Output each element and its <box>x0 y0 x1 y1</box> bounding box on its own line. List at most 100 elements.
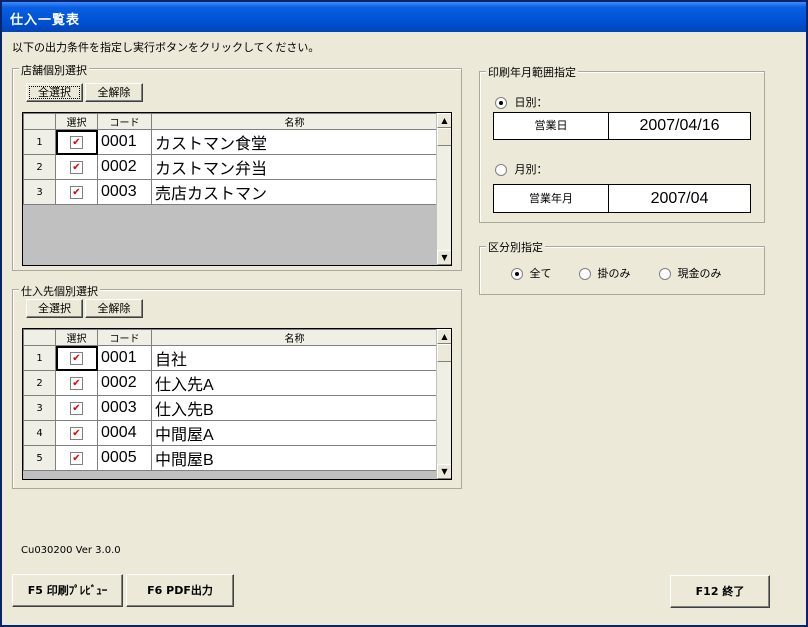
row-checkbox-cell[interactable]: ✔ <box>55 154 98 180</box>
row-checkbox-cell[interactable]: ✔ <box>55 179 98 205</box>
checkbox[interactable]: ✔ <box>70 427 83 440</box>
row-number: 4 <box>23 420 56 446</box>
daily-radio-option[interactable]: 日別： <box>495 94 548 110</box>
store-clear-all-button[interactable]: 全解除 <box>85 83 143 102</box>
store-group-title: 店舗個別選択 <box>19 62 89 78</box>
scroll-thumb[interactable] <box>437 128 451 146</box>
checkbox[interactable]: ✔ <box>70 402 83 415</box>
row-number-header <box>23 329 56 346</box>
monthly-radio-label: 月別： <box>514 163 548 176</box>
row-number: 1 <box>23 345 56 371</box>
store-grid-scrollbar[interactable]: ▲ ▼ <box>436 113 451 265</box>
column-header-select[interactable]: 選択 <box>55 329 98 346</box>
checkbox[interactable]: ✔ <box>70 186 83 199</box>
table-row[interactable]: 2 ✔ 0002 カストマン弁当 <box>23 154 438 180</box>
name-cell[interactable]: 中間屋B <box>151 445 438 471</box>
column-header-select[interactable]: 選択 <box>55 113 98 130</box>
scroll-thumb[interactable] <box>437 344 451 362</box>
monthly-radio-option[interactable]: 月別： <box>495 161 548 177</box>
checkbox[interactable]: ✔ <box>70 377 83 390</box>
class-radio-all[interactable] <box>511 268 523 280</box>
row-checkbox-cell[interactable]: ✔ <box>55 345 98 371</box>
daily-radio-button[interactable] <box>495 97 507 109</box>
class-option-all[interactable]: 全て <box>511 265 552 281</box>
row-checkbox-cell[interactable]: ✔ <box>55 395 98 421</box>
table-row[interactable]: 3 ✔ 0003 売店カストマン <box>23 179 438 205</box>
name-cell[interactable]: カストマン弁当 <box>151 154 438 180</box>
row-checkbox-cell[interactable]: ✔ <box>55 445 98 471</box>
pdf-output-button[interactable]: F6 PDF出力 <box>126 574 234 607</box>
code-cell[interactable]: 0001 <box>97 345 152 371</box>
daily-radio-label: 日別： <box>514 96 548 109</box>
business-date-field[interactable]: 営業日 2007/04/16 <box>493 112 751 140</box>
row-number: 1 <box>23 129 56 155</box>
row-checkbox-cell[interactable]: ✔ <box>55 420 98 446</box>
business-month-field[interactable]: 営業年月 2007/04 <box>493 184 751 213</box>
monthly-radio-button[interactable] <box>495 164 507 176</box>
window-title: 仕入一覧表 <box>10 13 81 28</box>
name-cell[interactable]: 中間屋A <box>151 420 438 446</box>
class-option-all-label: 全て <box>529 267 552 280</box>
class-radio-cash[interactable] <box>659 268 671 280</box>
code-cell[interactable]: 0004 <box>97 420 152 446</box>
business-date-label: 営業日 <box>494 113 609 139</box>
table-row[interactable]: 3 ✔ 0003 仕入先B <box>23 395 438 421</box>
scroll-up-arrow-icon[interactable]: ▲ <box>437 329 451 344</box>
code-cell[interactable]: 0005 <box>97 445 152 471</box>
supplier-select-all-button[interactable]: 全選択 <box>26 299 83 318</box>
table-row[interactable]: 1 ✔ 0001 カストマン食堂 <box>23 129 438 155</box>
row-number-header <box>23 113 56 130</box>
table-row[interactable]: 1 ✔ 0001 自社 <box>23 345 438 371</box>
class-option-credit[interactable]: 掛のみ <box>579 265 631 281</box>
row-number: 3 <box>23 395 56 421</box>
code-cell[interactable]: 0002 <box>97 370 152 396</box>
table-row[interactable]: 4 ✔ 0004 中間屋A <box>23 420 438 446</box>
code-cell[interactable]: 0003 <box>97 395 152 421</box>
business-month-value[interactable]: 2007/04 <box>609 185 750 212</box>
business-date-value[interactable]: 2007/04/16 <box>609 113 750 139</box>
column-header-code[interactable]: コード <box>97 329 152 346</box>
instruction-text: 以下の出力条件を指定し実行ボタンをクリックしてください。 <box>12 41 320 54</box>
scroll-up-arrow-icon[interactable]: ▲ <box>437 113 451 128</box>
checkbox[interactable]: ✔ <box>70 452 83 465</box>
table-row[interactable]: 2 ✔ 0002 仕入先A <box>23 370 438 396</box>
checkbox[interactable]: ✔ <box>70 161 83 174</box>
name-cell[interactable]: カストマン食堂 <box>151 129 438 155</box>
table-row[interactable]: 5 ✔ 0005 中間屋B <box>23 445 438 471</box>
row-number: 3 <box>23 179 56 205</box>
code-cell[interactable]: 0002 <box>97 154 152 180</box>
name-cell[interactable]: 売店カストマン <box>151 179 438 205</box>
print-preview-button[interactable]: F5 印刷ﾌﾟﾚﾋﾞｭｰ <box>12 574 123 607</box>
column-header-name[interactable]: 名称 <box>151 113 438 130</box>
scroll-down-arrow-icon[interactable]: ▼ <box>437 464 451 479</box>
checkbox[interactable]: ✔ <box>70 352 83 365</box>
class-option-cash[interactable]: 現金のみ <box>659 265 722 281</box>
row-number: 2 <box>23 154 56 180</box>
column-header-name[interactable]: 名称 <box>151 329 438 346</box>
code-cell[interactable]: 0003 <box>97 179 152 205</box>
checkbox[interactable]: ✔ <box>70 136 83 149</box>
class-option-cash-label: 現金のみ <box>677 267 722 280</box>
class-group-title: 区分別指定 <box>486 239 545 255</box>
row-number: 5 <box>23 445 56 471</box>
class-option-credit-label: 掛のみ <box>597 267 631 280</box>
supplier-grid: 選択 コード 名称 1 ✔ 0001 自社 2 ✔ 0002 仕入先A 3 ✔ … <box>22 328 452 480</box>
name-cell[interactable]: 仕入先B <box>151 395 438 421</box>
row-checkbox-cell[interactable]: ✔ <box>55 370 98 396</box>
class-radio-credit[interactable] <box>579 268 591 280</box>
column-header-code[interactable]: コード <box>97 113 152 130</box>
store-select-all-button[interactable]: 全選択 <box>26 83 83 102</box>
supplier-grid-header: 選択 コード 名称 <box>23 329 438 346</box>
title-bar[interactable]: 仕入一覧表 <box>2 2 806 32</box>
code-cell[interactable]: 0001 <box>97 129 152 155</box>
exit-button[interactable]: F12 終了 <box>670 575 770 608</box>
name-cell[interactable]: 仕入先A <box>151 370 438 396</box>
scroll-down-arrow-icon[interactable]: ▼ <box>437 250 451 265</box>
supplier-group-title: 仕入先個別選択 <box>19 283 100 299</box>
row-number: 2 <box>23 370 56 396</box>
supplier-grid-scrollbar[interactable]: ▲ ▼ <box>436 329 451 479</box>
name-cell[interactable]: 自社 <box>151 345 438 371</box>
version-label: Cu030200 Ver 3.0.0 <box>21 545 121 556</box>
row-checkbox-cell[interactable]: ✔ <box>55 129 98 155</box>
supplier-clear-all-button[interactable]: 全解除 <box>85 299 143 318</box>
